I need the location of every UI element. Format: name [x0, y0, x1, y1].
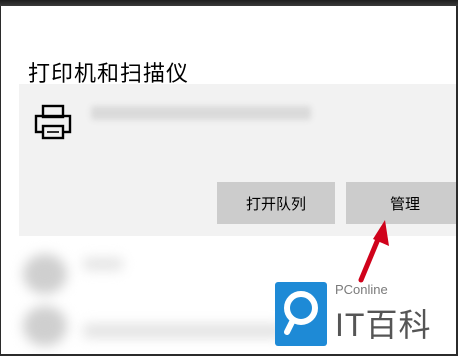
blurred-device-icon	[23, 254, 67, 294]
blurred-device-name	[83, 324, 283, 338]
watermark-title: IT百科	[335, 307, 432, 343]
settings-window: 打印机和扫描仪 打开队列 管理 PConline IT百科	[1, 6, 456, 354]
blurred-device-icon	[23, 306, 67, 346]
pconline-logo	[275, 282, 327, 346]
printer-list-item-selected[interactable]: 打开队列 管理	[19, 84, 456, 236]
watermark-brand: PConline	[335, 282, 388, 297]
printer-icon	[34, 104, 72, 140]
magnifier-icon	[284, 291, 318, 335]
open-queue-button[interactable]: 打开队列	[217, 182, 335, 224]
blurred-device-name	[83, 258, 123, 270]
pconline-watermark: PConline IT百科	[269, 278, 455, 354]
printer-name-blurred	[91, 106, 311, 120]
